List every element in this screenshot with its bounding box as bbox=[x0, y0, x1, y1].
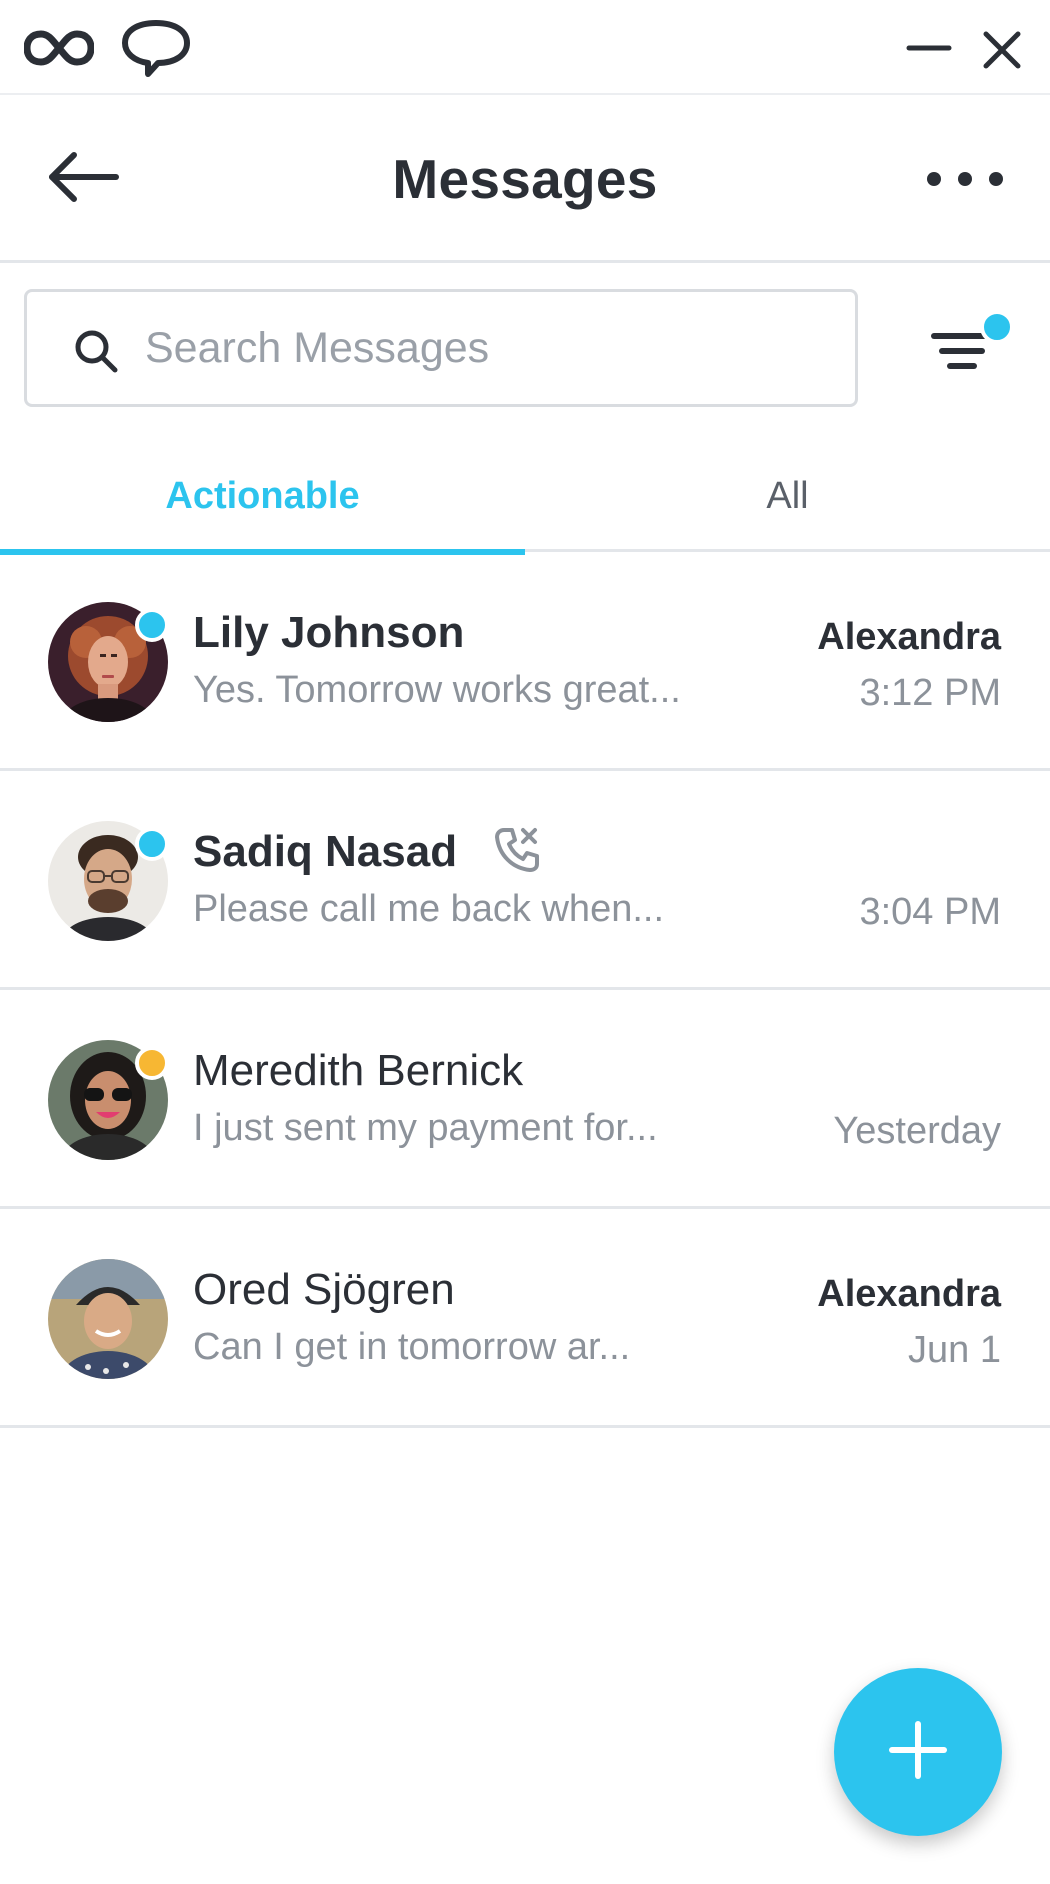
search-box[interactable] bbox=[24, 289, 858, 407]
message-preview: Please call me back when... bbox=[193, 888, 665, 930]
plus-icon bbox=[888, 1720, 948, 1785]
tab-bar: Actionable All bbox=[0, 440, 1050, 555]
search-input[interactable] bbox=[145, 314, 835, 382]
message-preview: I just sent my payment for... bbox=[193, 1107, 658, 1149]
messages-app: Messages Search Messages Actionable All … bbox=[0, 0, 1050, 1884]
minimize-icon[interactable] bbox=[906, 28, 952, 68]
contact-name: Lily Johnson bbox=[193, 608, 465, 657]
close-icon[interactable] bbox=[980, 28, 1024, 72]
status-dot bbox=[135, 827, 169, 861]
status-dot bbox=[135, 1046, 169, 1080]
new-message-button[interactable] bbox=[834, 1668, 1002, 1836]
conversation-row[interactable]: Sadiq Nasad Please call me back when... … bbox=[0, 771, 1050, 990]
timestamp: 3:04 PM bbox=[859, 891, 1001, 933]
infinity-logo-icon[interactable] bbox=[24, 24, 94, 72]
contact-name: Ored Sjögren bbox=[193, 1265, 455, 1314]
search-icon bbox=[73, 328, 119, 379]
page-header: Messages bbox=[0, 95, 1050, 263]
window-titlebar bbox=[0, 0, 1050, 95]
missed-call-icon bbox=[492, 825, 542, 880]
assignee-label: Alexandra bbox=[817, 616, 1001, 658]
filter-icon bbox=[928, 333, 1018, 390]
contact-name: Meredith Bernick bbox=[193, 1046, 524, 1095]
tab-all[interactable]: All bbox=[525, 440, 1050, 552]
more-options-button[interactable] bbox=[920, 157, 1010, 201]
page-title: Messages bbox=[392, 148, 658, 210]
assignee-label: Alexandra bbox=[817, 1273, 1001, 1315]
message-preview: Yes. Tomorrow works great... bbox=[193, 669, 681, 711]
timestamp: 3:12 PM bbox=[859, 672, 1001, 714]
timestamp: Jun 1 bbox=[908, 1329, 1001, 1371]
tab-actionable[interactable]: Actionable bbox=[0, 440, 525, 555]
timestamp: Yesterday bbox=[833, 1110, 1001, 1152]
filter-indicator-dot bbox=[980, 310, 1014, 344]
contact-name: Sadiq Nasad bbox=[193, 827, 458, 876]
filter-button[interactable] bbox=[928, 306, 1018, 386]
conversation-row[interactable]: Ored Sjögren Can I get in tomorrow ar...… bbox=[0, 1209, 1050, 1428]
speech-bubble-icon[interactable] bbox=[120, 18, 192, 80]
conversation-list: Lily Johnson Yes. Tomorrow works great..… bbox=[0, 552, 1050, 1428]
message-preview: Can I get in tomorrow ar... bbox=[193, 1326, 631, 1368]
avatar bbox=[48, 1259, 168, 1379]
conversation-row[interactable]: Lily Johnson Yes. Tomorrow works great..… bbox=[0, 552, 1050, 771]
more-horizontal-icon bbox=[920, 172, 1010, 205]
conversation-row[interactable]: Meredith Bernick I just sent my payment … bbox=[0, 990, 1050, 1209]
status-dot bbox=[135, 608, 169, 642]
